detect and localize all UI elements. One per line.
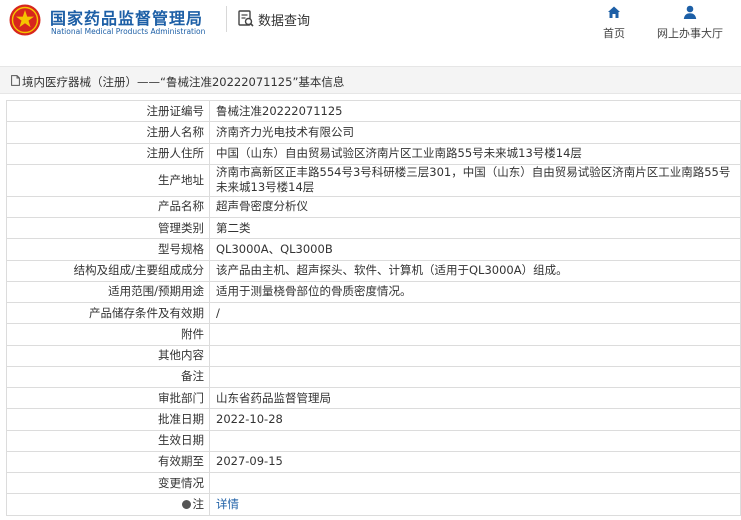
table-row: 适用范围/预期用途 适用于测量桡骨部位的骨质密度情况。 bbox=[6, 280, 741, 304]
table-row: 附件 bbox=[6, 323, 741, 346]
data-query-label: 数据查询 bbox=[258, 14, 311, 29]
field-value: 第二类 bbox=[209, 216, 741, 240]
field-value bbox=[209, 471, 741, 495]
table-row: 型号规格 QL3000A、QL3000B bbox=[6, 238, 741, 261]
nav-home-label: 首页 bbox=[603, 27, 625, 40]
breadcrumb: 境内医疗器械（注册）——“鲁械注准20222071125”基本信息 bbox=[0, 66, 741, 94]
table-row: 有效期至 2027-09-15 bbox=[6, 450, 741, 474]
field-label: 产品名称 bbox=[6, 195, 210, 219]
details-link[interactable]: 详情 bbox=[216, 497, 239, 511]
field-label: 审批部门 bbox=[6, 386, 210, 410]
nmpa-logo-icon bbox=[9, 4, 41, 36]
field-value: QL3000A、QL3000B bbox=[209, 238, 741, 261]
field-value: 详情 bbox=[209, 493, 741, 516]
nav-online-service-hall[interactable]: 网上办事大厅 bbox=[650, 4, 730, 41]
data-query-icon bbox=[238, 10, 254, 27]
field-value: / bbox=[209, 301, 741, 325]
field-label: 适用范围/预期用途 bbox=[6, 280, 210, 304]
site-subtitle: National Medical Products Administration bbox=[51, 27, 206, 36]
field-value: 济南齐力光电技术有限公司 bbox=[209, 121, 741, 144]
field-value: 2027-09-15 bbox=[209, 450, 741, 474]
breadcrumb-text: 境内医疗器械（注册）——“鲁械注准20222071125”基本信息 bbox=[22, 75, 345, 89]
field-value: 适用于测量桡骨部位的骨质密度情况。 bbox=[209, 280, 741, 304]
field-label: 管理类别 bbox=[6, 216, 210, 240]
field-label: 备注 bbox=[6, 365, 210, 389]
note-label: 注 bbox=[192, 496, 205, 511]
registration-detail-table: 注册证编号 鲁械注准20222071125 注册人名称 济南齐力光电技术有限公司… bbox=[6, 99, 741, 516]
field-label: 变更情况 bbox=[6, 471, 210, 495]
field-label: 型号规格 bbox=[6, 238, 210, 261]
field-value bbox=[209, 323, 741, 346]
site-header: 国家药品监督管理局 National Medical Products Admi… bbox=[0, 0, 741, 63]
home-icon bbox=[608, 6, 620, 18]
nav-online-label: 网上办事大厅 bbox=[657, 27, 723, 40]
field-label: 注册人住所 bbox=[6, 142, 210, 165]
table-row: 注册人住所 中国（山东）自由贸易试验区济南片区工业南路55号未来城13号楼14层 bbox=[6, 142, 741, 165]
table-row: 管理类别 第二类 bbox=[6, 216, 741, 240]
field-value: 鲁械注准20222071125 bbox=[209, 99, 741, 123]
table-row: 其他内容 bbox=[6, 344, 741, 367]
field-label: 生效日期 bbox=[6, 429, 210, 452]
document-icon bbox=[11, 75, 20, 86]
field-label-note: 注 bbox=[6, 493, 210, 516]
table-row: 注册证编号 鲁械注准20222071125 bbox=[6, 99, 741, 123]
note-icon bbox=[181, 499, 191, 509]
field-label: 其他内容 bbox=[6, 344, 210, 367]
field-value: 超声骨密度分析仪 bbox=[209, 195, 741, 219]
table-row: 生产地址 济南市高新区正丰路554号3号科研楼三层301，中国（山东）自由贸易试… bbox=[6, 163, 741, 197]
table-row: 审批部门 山东省药品监督管理局 bbox=[6, 386, 741, 410]
table-row: 产品储存条件及有效期 / bbox=[6, 301, 741, 325]
field-value: 济南市高新区正丰路554号3号科研楼三层301，中国（山东）自由贸易试验区济南片… bbox=[209, 163, 741, 197]
table-row: 备注 bbox=[6, 365, 741, 389]
field-label: 结构及组成/主要组成成分 bbox=[6, 259, 210, 282]
field-value: 2022-10-28 bbox=[209, 408, 741, 431]
table-row: 产品名称 超声骨密度分析仪 bbox=[6, 195, 741, 219]
field-value: 山东省药品监督管理局 bbox=[209, 386, 741, 410]
field-value: 该产品由主机、超声探头、软件、计算机（适用于QL3000A）组成。 bbox=[209, 259, 741, 282]
field-value: 中国（山东）自由贸易试验区济南片区工业南路55号未来城13号楼14层 bbox=[209, 142, 741, 165]
table-row: 注册人名称 济南齐力光电技术有限公司 bbox=[6, 121, 741, 144]
field-label: 有效期至 bbox=[6, 450, 210, 474]
field-value bbox=[209, 429, 741, 452]
table-row: 变更情况 bbox=[6, 471, 741, 495]
field-label: 附件 bbox=[6, 323, 210, 346]
table-row: 结构及组成/主要组成成分 该产品由主机、超声探头、软件、计算机（适用于QL300… bbox=[6, 259, 741, 282]
user-icon bbox=[683, 5, 697, 19]
field-label: 产品储存条件及有效期 bbox=[6, 301, 210, 325]
field-label: 批准日期 bbox=[6, 408, 210, 431]
field-value bbox=[209, 344, 741, 367]
table-row: 批准日期 2022-10-28 bbox=[6, 408, 741, 431]
field-label: 生产地址 bbox=[6, 163, 210, 197]
field-value bbox=[209, 365, 741, 389]
table-row: 注 详情 bbox=[6, 493, 741, 516]
site-title: 国家药品监督管理局 bbox=[50, 9, 204, 28]
table-row: 生效日期 bbox=[6, 429, 741, 452]
field-label: 注册人名称 bbox=[6, 121, 210, 144]
header-divider bbox=[226, 6, 227, 32]
field-label: 注册证编号 bbox=[6, 99, 210, 123]
nav-home[interactable]: 首页 bbox=[598, 4, 630, 41]
